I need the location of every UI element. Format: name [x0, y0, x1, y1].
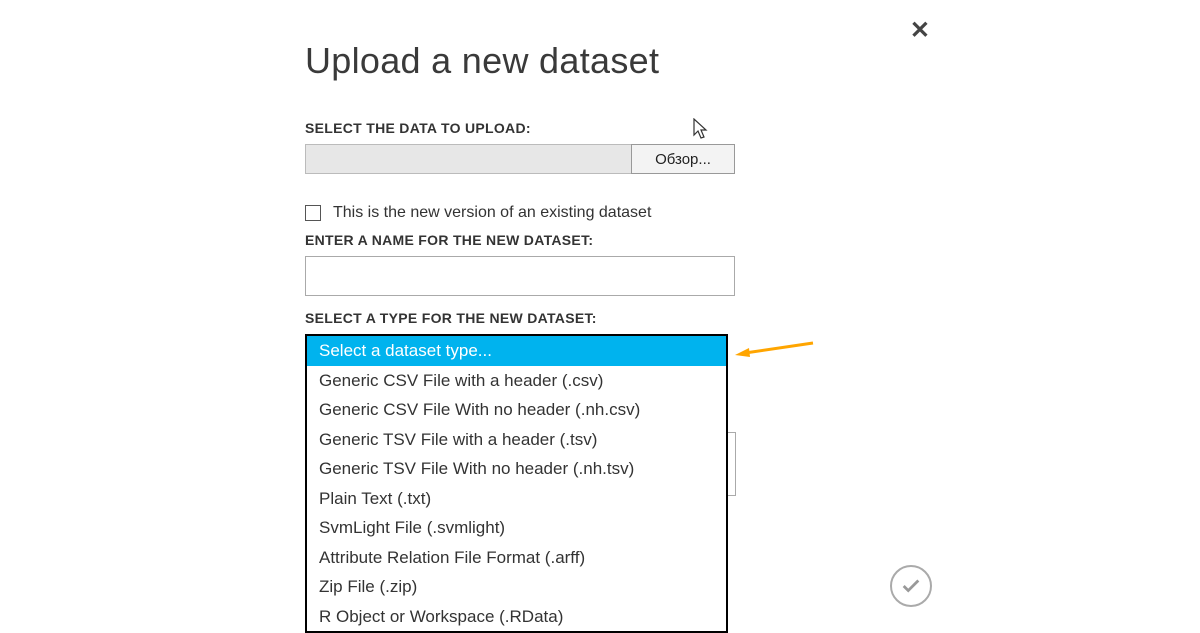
- new-version-checkbox-label: This is the new version of an existing d…: [333, 204, 651, 222]
- type-option-zip[interactable]: Zip File (.zip): [307, 572, 726, 602]
- type-option-placeholder[interactable]: Select a dataset type...: [307, 336, 726, 366]
- type-option-csv-noheader[interactable]: Generic CSV File With no header (.nh.csv…: [307, 395, 726, 425]
- checkmark-icon: [900, 575, 922, 597]
- select-type-label: SELECT A TYPE FOR THE NEW DATASET:: [305, 310, 945, 326]
- version-checkbox-row: This is the new version of an existing d…: [305, 204, 945, 222]
- browse-button[interactable]: Обзор...: [631, 144, 735, 174]
- enter-name-label: ENTER A NAME FOR THE NEW DATASET:: [305, 232, 945, 248]
- type-option-txt[interactable]: Plain Text (.txt): [307, 484, 726, 514]
- type-option-arff[interactable]: Attribute Relation File Format (.arff): [307, 543, 726, 573]
- file-path-input[interactable]: [305, 144, 631, 174]
- dialog-title: Upload a new dataset: [305, 40, 945, 82]
- type-option-tsv-noheader[interactable]: Generic TSV File With no header (.nh.tsv…: [307, 454, 726, 484]
- type-option-csv-header[interactable]: Generic CSV File with a header (.csv): [307, 366, 726, 396]
- file-picker-row: Обзор...: [305, 144, 735, 174]
- upload-dataset-dialog: Upload a new dataset SELECT THE DATA TO …: [305, 40, 945, 633]
- dropdown-native-edge: [728, 432, 736, 496]
- dataset-type-dropdown[interactable]: Select a dataset type... Generic CSV Fil…: [305, 334, 735, 633]
- confirm-button[interactable]: [890, 565, 932, 607]
- dataset-type-listbox: Select a dataset type... Generic CSV Fil…: [305, 334, 728, 633]
- type-option-svmlight[interactable]: SvmLight File (.svmlight): [307, 513, 726, 543]
- type-option-tsv-header[interactable]: Generic TSV File with a header (.tsv): [307, 425, 726, 455]
- new-version-checkbox[interactable]: [305, 205, 321, 221]
- select-data-label: SELECT THE DATA TO UPLOAD:: [305, 120, 945, 136]
- dataset-name-input[interactable]: [305, 256, 735, 296]
